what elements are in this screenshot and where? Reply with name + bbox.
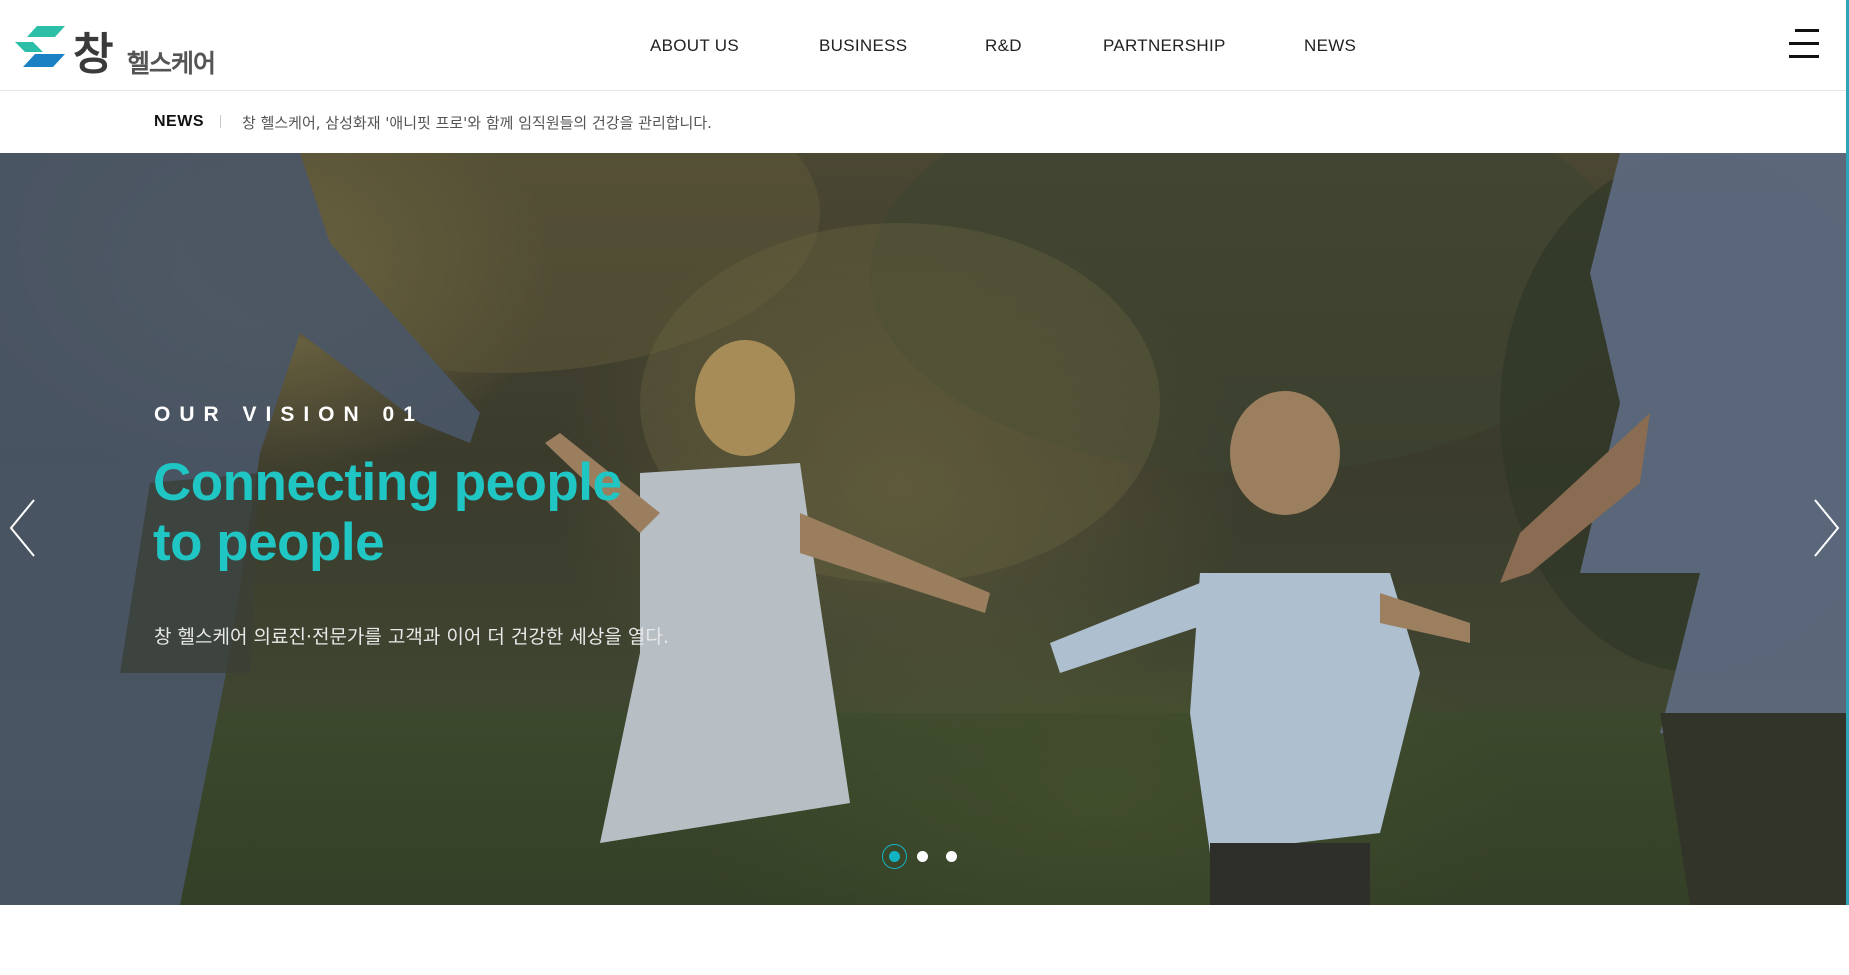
hero-title: Connecting people to people	[153, 453, 622, 573]
hero-title-line-2: to people	[153, 513, 385, 572]
hero-slider: OUR VISION 01 Connecting people to peopl…	[0, 153, 1849, 905]
hero-eyebrow: OUR VISION 01	[154, 403, 424, 426]
nav-item-partnership[interactable]: PARTNERSHIP	[1103, 36, 1226, 56]
nav-item-about-us[interactable]: ABOUT US	[650, 36, 739, 56]
slider-dot-2[interactable]	[917, 851, 928, 862]
nav-item-rnd[interactable]: R&D	[985, 36, 1022, 56]
hero-title-line-1: Connecting people	[153, 453, 622, 512]
ticker-divider	[220, 115, 221, 128]
nav-item-news[interactable]: NEWS	[1304, 36, 1356, 56]
site-header: 창 헬스케어 ABOUT US BUSINESS R&D PARTNERSHIP…	[0, 0, 1849, 91]
nav-item-business[interactable]: BUSINESS	[819, 36, 907, 56]
slider-dot-1[interactable]	[889, 851, 900, 862]
slider-pagination	[880, 841, 980, 871]
news-ticker: NEWS 창 헬스케어, 삼성화재 '애니핏 프로'와 함께 임직원들의 건강을…	[0, 91, 1849, 153]
chevron-left-icon[interactable]	[8, 498, 38, 558]
hero-description: 창 헬스케어 의료진·전문가를 고객과 이어 더 건강한 세상을 열다.	[154, 626, 669, 648]
chevron-right-icon[interactable]	[1811, 498, 1841, 558]
slider-dot-3[interactable]	[946, 851, 957, 862]
ticker-label: NEWS	[154, 113, 204, 130]
hamburger-menu-icon[interactable]	[1789, 29, 1819, 59]
ticker-headline-link[interactable]: 창 헬스케어, 삼성화재 '애니핏 프로'와 함께 임직원들의 건강을 관리합니…	[242, 112, 712, 133]
main-nav: ABOUT US BUSINESS R&D PARTNERSHIP NEWS	[0, 0, 1849, 91]
